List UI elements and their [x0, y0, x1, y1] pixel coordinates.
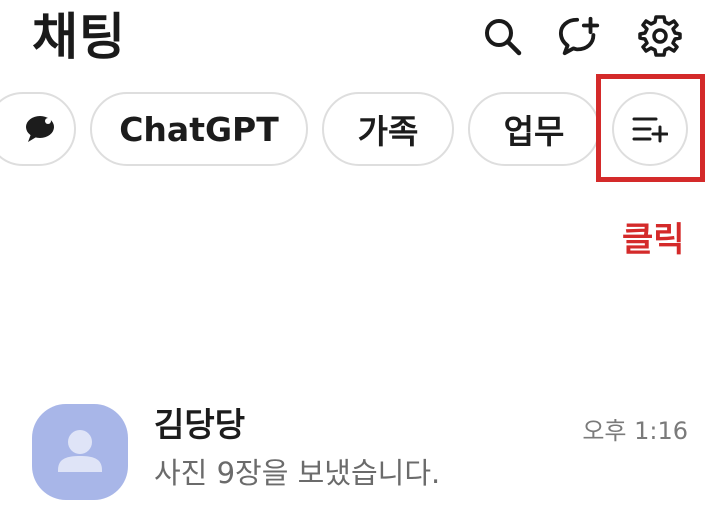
chip-family[interactable]: 가족 — [322, 92, 454, 166]
chip-speech-bubble[interactable] — [0, 92, 76, 166]
person-icon — [58, 430, 102, 472]
chip-work[interactable]: 업무 — [468, 92, 600, 166]
speech-bubble-icon — [23, 114, 57, 144]
chip-chatgpt[interactable]: ChatGPT — [90, 92, 308, 166]
chip-label: 가족 — [357, 112, 419, 151]
chat-name: 김당당 — [154, 405, 246, 444]
chat-preview: 사진 9장을 보냈습니다. — [154, 456, 441, 490]
new-chat-icon[interactable] — [558, 14, 602, 58]
avatar — [32, 404, 128, 500]
chip-label: ChatGPT — [119, 109, 279, 149]
click-annotation-label: 클릭 — [622, 220, 685, 260]
settings-icon[interactable] — [638, 14, 682, 58]
page-title: 채팅 — [32, 8, 126, 66]
chip-label: 업무 — [503, 112, 565, 151]
search-icon[interactable] — [480, 14, 524, 58]
chat-time: 오후 1:16 — [582, 417, 688, 445]
highlight-box — [596, 74, 705, 182]
